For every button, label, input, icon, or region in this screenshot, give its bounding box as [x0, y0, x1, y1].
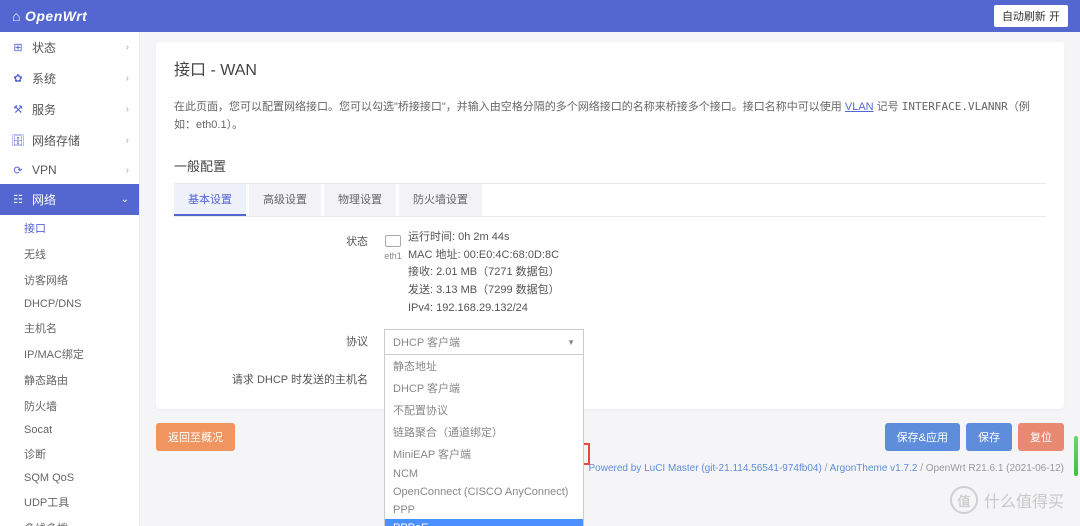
- chevron-right-icon: ›: [126, 42, 129, 53]
- chevron-down-icon: ⌄: [121, 194, 129, 205]
- proto-pppoe[interactable]: PPPoE: [385, 519, 583, 526]
- sidebar: ⊞状态› ✿系统› ⚒服务› 🗄网络存储› ⟳VPN› ☷网络⌄ 接口 无线 访…: [0, 32, 140, 526]
- footer: Powered by LuCI Master (git-21.114.56541…: [156, 463, 1064, 474]
- sub-guest[interactable]: 访客网络: [0, 267, 139, 293]
- save-button[interactable]: 保存: [966, 423, 1012, 451]
- proto-minieap[interactable]: MiniEAP 客户端: [385, 443, 583, 465]
- protocol-label: 协议: [174, 329, 384, 349]
- ethernet-icon: eth1: [384, 235, 402, 263]
- storage-icon: 🗄: [12, 135, 24, 147]
- section-general: 一般配置: [174, 148, 1046, 184]
- interface-status: eth1 运行时间: 0h 2m 44s MAC 地址: 00:E0:4C:68…: [384, 229, 1046, 317]
- vpn-icon: ⟳: [12, 164, 24, 176]
- services-icon: ⚒: [12, 104, 24, 116]
- chevron-right-icon: ›: [126, 165, 129, 176]
- vlan-link[interactable]: VLAN: [845, 101, 874, 113]
- chevron-right-icon: ›: [126, 104, 129, 115]
- page-title: 接口 - WAN: [174, 56, 1046, 88]
- sub-socat[interactable]: Socat: [0, 419, 139, 441]
- sub-sqm[interactable]: SQM QoS: [0, 467, 139, 489]
- status-icon: ⊞: [12, 42, 24, 54]
- sub-firewall[interactable]: 防火墙: [0, 393, 139, 419]
- proto-ppp[interactable]: PPP: [385, 501, 583, 519]
- tab-physical[interactable]: 物理设置: [324, 184, 396, 216]
- chevron-right-icon: ›: [126, 73, 129, 84]
- tab-basic[interactable]: 基本设置: [174, 184, 246, 216]
- page-description: 在此页面，您可以配置网络接口。您可以勾选"桥接接口"，并输入由空格分隔的多个网络…: [174, 98, 1046, 134]
- footer-theme-link[interactable]: ArgonTheme v1.7.2: [830, 463, 918, 474]
- sidebar-item-storage[interactable]: 🗄网络存储›: [0, 125, 139, 156]
- proto-dhcp[interactable]: DHCP 客户端: [385, 377, 583, 399]
- reset-button[interactable]: 复位: [1018, 423, 1064, 451]
- autorefresh-toggle[interactable]: 自动刷新 开: [994, 5, 1068, 27]
- back-button[interactable]: 返回至概况: [156, 423, 235, 451]
- caret-down-icon: ▼: [567, 338, 575, 347]
- sidebar-item-network[interactable]: ☷网络⌄: [0, 184, 139, 215]
- proto-bonding[interactable]: 链路聚合（通道绑定）: [385, 421, 583, 443]
- sidebar-item-status[interactable]: ⊞状态›: [0, 32, 139, 63]
- protocol-select[interactable]: DHCP 客户端 ▼: [384, 329, 584, 355]
- logo-mark: ⌂: [12, 8, 21, 24]
- chevron-right-icon: ›: [126, 135, 129, 146]
- proto-none[interactable]: 不配置协议: [385, 399, 583, 421]
- footer-luci-link[interactable]: Powered by LuCI Master (git-21.114.56541…: [589, 463, 822, 474]
- tab-firewall[interactable]: 防火墙设置: [399, 184, 482, 216]
- proto-static[interactable]: 静态地址: [385, 355, 583, 377]
- sub-hostname[interactable]: 主机名: [0, 315, 139, 341]
- scroll-indicator: [1074, 436, 1078, 476]
- sub-staticroute[interactable]: 静态路由: [0, 367, 139, 393]
- sidebar-item-vpn[interactable]: ⟳VPN›: [0, 156, 139, 184]
- brand-text: OpenWrt: [25, 8, 87, 24]
- tab-advanced[interactable]: 高级设置: [249, 184, 321, 216]
- protocol-dropdown: 静态地址 DHCP 客户端 不配置协议 链路聚合（通道绑定） MiniEAP 客…: [384, 355, 584, 526]
- sub-diag[interactable]: 诊断: [0, 441, 139, 467]
- sub-multiwan[interactable]: 多线多拨: [0, 515, 139, 526]
- hostname-label: 请求 DHCP 时发送的主机名: [174, 367, 384, 387]
- sidebar-item-services[interactable]: ⚒服务›: [0, 94, 139, 125]
- system-icon: ✿: [12, 73, 24, 85]
- proto-openconnect[interactable]: OpenConnect (CISCO AnyConnect): [385, 483, 583, 501]
- sub-wireless[interactable]: 无线: [0, 241, 139, 267]
- status-label: 状态: [174, 229, 384, 249]
- save-apply-button[interactable]: 保存&应用: [885, 423, 960, 451]
- sub-interfaces[interactable]: 接口: [0, 215, 139, 241]
- proto-ncm[interactable]: NCM: [385, 465, 583, 483]
- brand-logo: ⌂ OpenWrt: [12, 8, 87, 24]
- sub-udp[interactable]: UDP工具: [0, 489, 139, 515]
- sub-ipmac[interactable]: IP/MAC绑定: [0, 341, 139, 367]
- sidebar-item-system[interactable]: ✿系统›: [0, 63, 139, 94]
- network-icon: ☷: [12, 194, 24, 206]
- sub-dhcpdns[interactable]: DHCP/DNS: [0, 293, 139, 315]
- config-tabs: 基本设置 高级设置 物理设置 防火墙设置: [174, 184, 1046, 217]
